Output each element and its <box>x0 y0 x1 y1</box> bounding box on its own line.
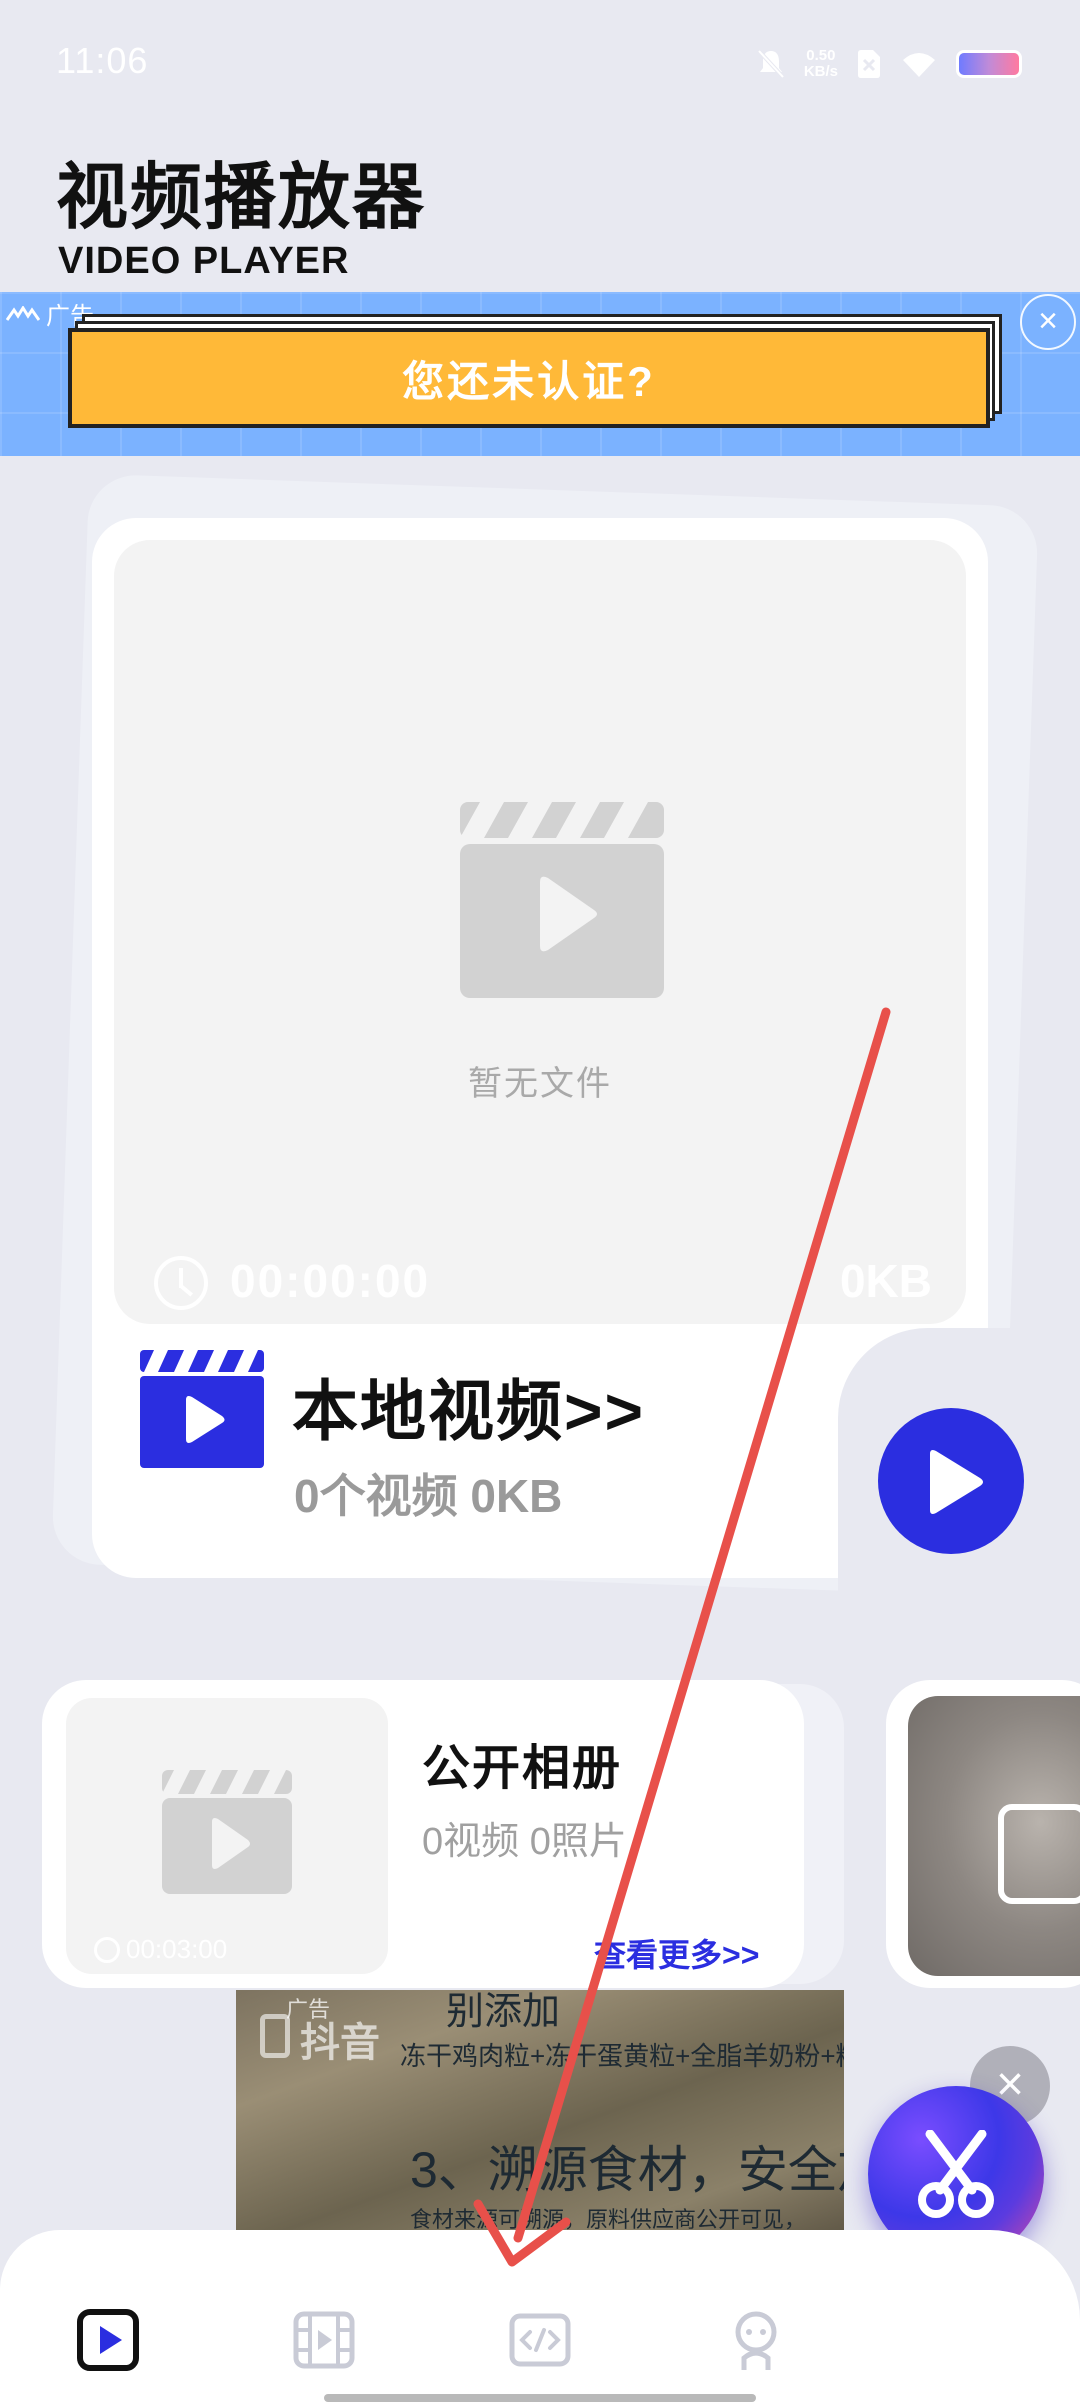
ad-text-line: 别添加 <box>446 1991 561 2033</box>
album-thumbnail[interactable]: 00:03:00 <box>66 1698 388 1974</box>
sim-blocked-icon <box>858 50 880 78</box>
wifi-icon <box>903 53 935 77</box>
local-video-summary: 0个视频 0KB <box>294 1470 563 1522</box>
clock-icon <box>94 1936 120 1963</box>
video-ad-tag: 广告 <box>286 1997 331 2022</box>
network-speed: 0.50 KB/s <box>804 48 838 80</box>
code-icon[interactable] <box>508 2308 572 2372</box>
play-icon <box>930 1450 983 1514</box>
film-strip-icon[interactable] <box>292 2308 356 2372</box>
album-title: 公开相册 <box>422 1742 623 1795</box>
private-album-thumbnail[interactable] <box>908 1696 1080 1976</box>
status-bar: 11:06 0.50 KB/s <box>0 0 1080 120</box>
public-album-card[interactable]: 00:03:00 公开相册 0视频 0照片 查看更多>> <box>42 1680 804 1988</box>
ad-text-line: 冻干鸡肉粒+冻干蛋黄粒+全脂羊奶粉+精选鸡 <box>400 2041 844 2071</box>
user-icon[interactable] <box>724 2308 788 2372</box>
video-size: 0KB <box>839 1255 932 1307</box>
bottom-nav <box>0 2230 1080 2408</box>
ad-banner[interactable]: 广告 您还未认证? × <box>0 292 1080 456</box>
scissors-icon <box>918 2130 994 2218</box>
home-indicator[interactable] <box>324 2394 756 2402</box>
ad-close-button[interactable]: × <box>1020 294 1076 350</box>
ad-verify-button[interactable]: 您还未认证? <box>68 328 990 428</box>
battery-icon <box>956 50 1022 78</box>
mute-icon <box>757 49 785 79</box>
page-title: 视频播放器 <box>56 158 427 238</box>
net-speed-value: 0.50 <box>806 47 836 64</box>
ad-text-line: 3、溯源食材，安全放心 <box>410 2142 844 2198</box>
status-icons: 0.50 KB/s <box>756 40 1022 88</box>
play-button[interactable] <box>878 1408 1024 1554</box>
clapperboard-icon <box>162 1770 292 1894</box>
ad-button-stack: 您还未认证? <box>68 314 1002 428</box>
album-duration: 00:03:00 <box>94 1934 227 1965</box>
private-album-card[interactable] <box>886 1680 1080 1988</box>
clapperboard-icon <box>460 802 664 998</box>
album-more-link[interactable]: 查看更多>> <box>594 1930 759 1976</box>
status-time: 11:06 <box>56 40 149 81</box>
local-video-title[interactable]: 本地视频>> <box>292 1358 645 1454</box>
video-duration: 00:00:00 <box>230 1255 431 1307</box>
ad-logo-icon <box>6 305 40 321</box>
page-subtitle: VIDEO PLAYER <box>58 240 350 282</box>
album-summary: 0视频 0照片 <box>422 1821 627 1863</box>
album-duration-text: 00:03:00 <box>126 1934 228 1964</box>
video-ad[interactable]: 抖音 广告 别添加 冻干鸡肉粒+冻干蛋黄粒+全脂羊奶粉+精选鸡 3、溯源食材，安… <box>236 1990 844 2238</box>
clock-icon <box>154 1256 208 1310</box>
play-square-icon[interactable] <box>76 2308 140 2372</box>
video-thumbnail[interactable]: 暂无文件 00:00:00 0KB <box>114 540 966 1324</box>
local-video-icon <box>140 1350 264 1468</box>
lock-icon <box>998 1804 1080 1904</box>
local-video-card[interactable]: 暂无文件 00:00:00 0KB 本地视频>> 0个视频 0KB <box>92 518 1018 1608</box>
net-speed-unit: KB/s <box>803 63 838 80</box>
empty-state-text: 暂无文件 <box>468 1065 612 1103</box>
